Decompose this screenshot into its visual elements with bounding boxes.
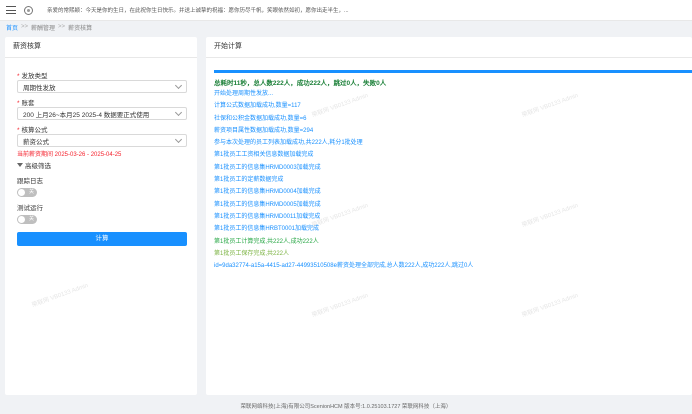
breadcrumb-item[interactable]: 薪资核算 <box>68 23 92 32</box>
birthday-notice: 亲爱的常熙颖：今天是你的生日，在此祝你生日快乐。并送上诚挚的祝福：愿你历尽千帆，… <box>47 8 349 14</box>
progress-bar <box>214 70 692 73</box>
footer: 荣联网络科技(上海)有限公司ScenionHCM 版本号:1.0.25103.1… <box>240 404 452 410</box>
breadcrumb: 首页 >> 薪酬管理 >> 薪资核算 <box>0 21 692 33</box>
log-line: 第1批员工计算完成,共222人,成功222人 <box>214 238 319 245</box>
field-label: * 核算公式 <box>17 127 48 134</box>
log-line: 开始处理周期性发放... <box>214 91 274 97</box>
breadcrumb-item[interactable]: 薪酬管理 <box>31 23 55 32</box>
notification-icon[interactable] <box>24 5 33 15</box>
log-line: 第1批员工的信息集HRMD0004加载完成 <box>214 189 321 196</box>
advanced-filter[interactable]: 高级筛选 <box>17 160 187 170</box>
formula-select[interactable]: 薪资公式 <box>17 134 187 147</box>
log-line: 第1批员工的信息集HRMD0011加载完成 <box>214 213 321 220</box>
log-line: 计算公式数据加载成功,数量=117 <box>214 103 301 110</box>
breadcrumb-separator: >> <box>21 24 29 30</box>
calc-result-panel: 开始计算 总耗时11秒，总人数222人，成功222人，跳过0人，失败0人 开始处… <box>206 37 692 395</box>
log-line: 第1批员工工资相关信息数据加载完成 <box>214 152 314 159</box>
top-bar: 亲爱的常熙颖：今天是你的生日，在此祝你生日快乐。并送上诚挚的祝福：愿你历尽千帆，… <box>0 0 692 21</box>
test-run-label: 测试运行 <box>17 205 43 212</box>
log-line: 第1批员工的信息集HRBT0001加载完成 <box>214 226 320 233</box>
field-label: * 发放类型 <box>17 73 48 80</box>
trace-log-label: 跟踪日志 <box>17 178 43 185</box>
log-line: 第1批员工的信息集HRMD0005加载完成 <box>214 201 321 208</box>
log-line: 第1批员工的定薪数据完成 <box>214 177 284 184</box>
panel-title: 开始计算 <box>206 37 692 58</box>
calculate-button[interactable]: 计算 <box>17 232 187 246</box>
log-line: 第1批员工保存完成,共222人 <box>214 250 290 257</box>
account-set-select[interactable]: 200 上月26~本月25 2025-4 数据要正式使用 <box>17 107 187 120</box>
breadcrumb-separator: >> <box>58 24 66 30</box>
salary-period-hint: 当前薪资期间 2025-03-26 - 2025-04-25 <box>17 152 122 158</box>
chevron-down-icon <box>174 135 183 144</box>
payment-type-select[interactable]: 周期性发放 <box>17 80 187 93</box>
log-line: id=9da32774-a15a-4415-ad27-44993510508e薪… <box>214 263 474 270</box>
panel-title: 薪资核算 <box>5 37 197 58</box>
chevron-down-icon <box>174 108 183 117</box>
log-line: 参与本次处理的员工列表加载成功,共222人,耗分1批处理 <box>214 140 363 147</box>
chevron-down-icon <box>174 81 183 90</box>
filter-icon <box>17 163 23 167</box>
calc-form: * 发放类型 周期性发放 * 账套 200 上月26~本月25 2025-4 数据要… <box>5 58 197 246</box>
calc-log: 开始处理周期性发放... 计算公式数据加载成功,数量=117 社保和公积金数据加载成… <box>214 88 692 272</box>
field-label: * 账套 <box>17 100 35 107</box>
test-run-switch[interactable]: 关 <box>17 215 37 224</box>
progress-fill <box>214 70 692 73</box>
log-line: 薪资项目属性数据加载成功,数量=294 <box>214 127 314 134</box>
log-line: 第1批员工的信息集HRMD0003加载完成 <box>214 164 321 171</box>
trace-log-switch[interactable]: 关 <box>17 188 37 197</box>
breadcrumb-home[interactable]: 首页 <box>6 23 18 32</box>
log-line: 社保和公积金数据加载成功,数量=6 <box>214 115 307 122</box>
calc-summary: 总耗时11秒，总人数222人，成功222人，跳过0人，失败0人 <box>214 80 387 87</box>
menu-icon[interactable] <box>6 6 16 14</box>
salary-calc-panel: 薪资核算 * 发放类型 周期性发放 * 账套 200 上月26~本月25 2025-… <box>5 37 197 395</box>
